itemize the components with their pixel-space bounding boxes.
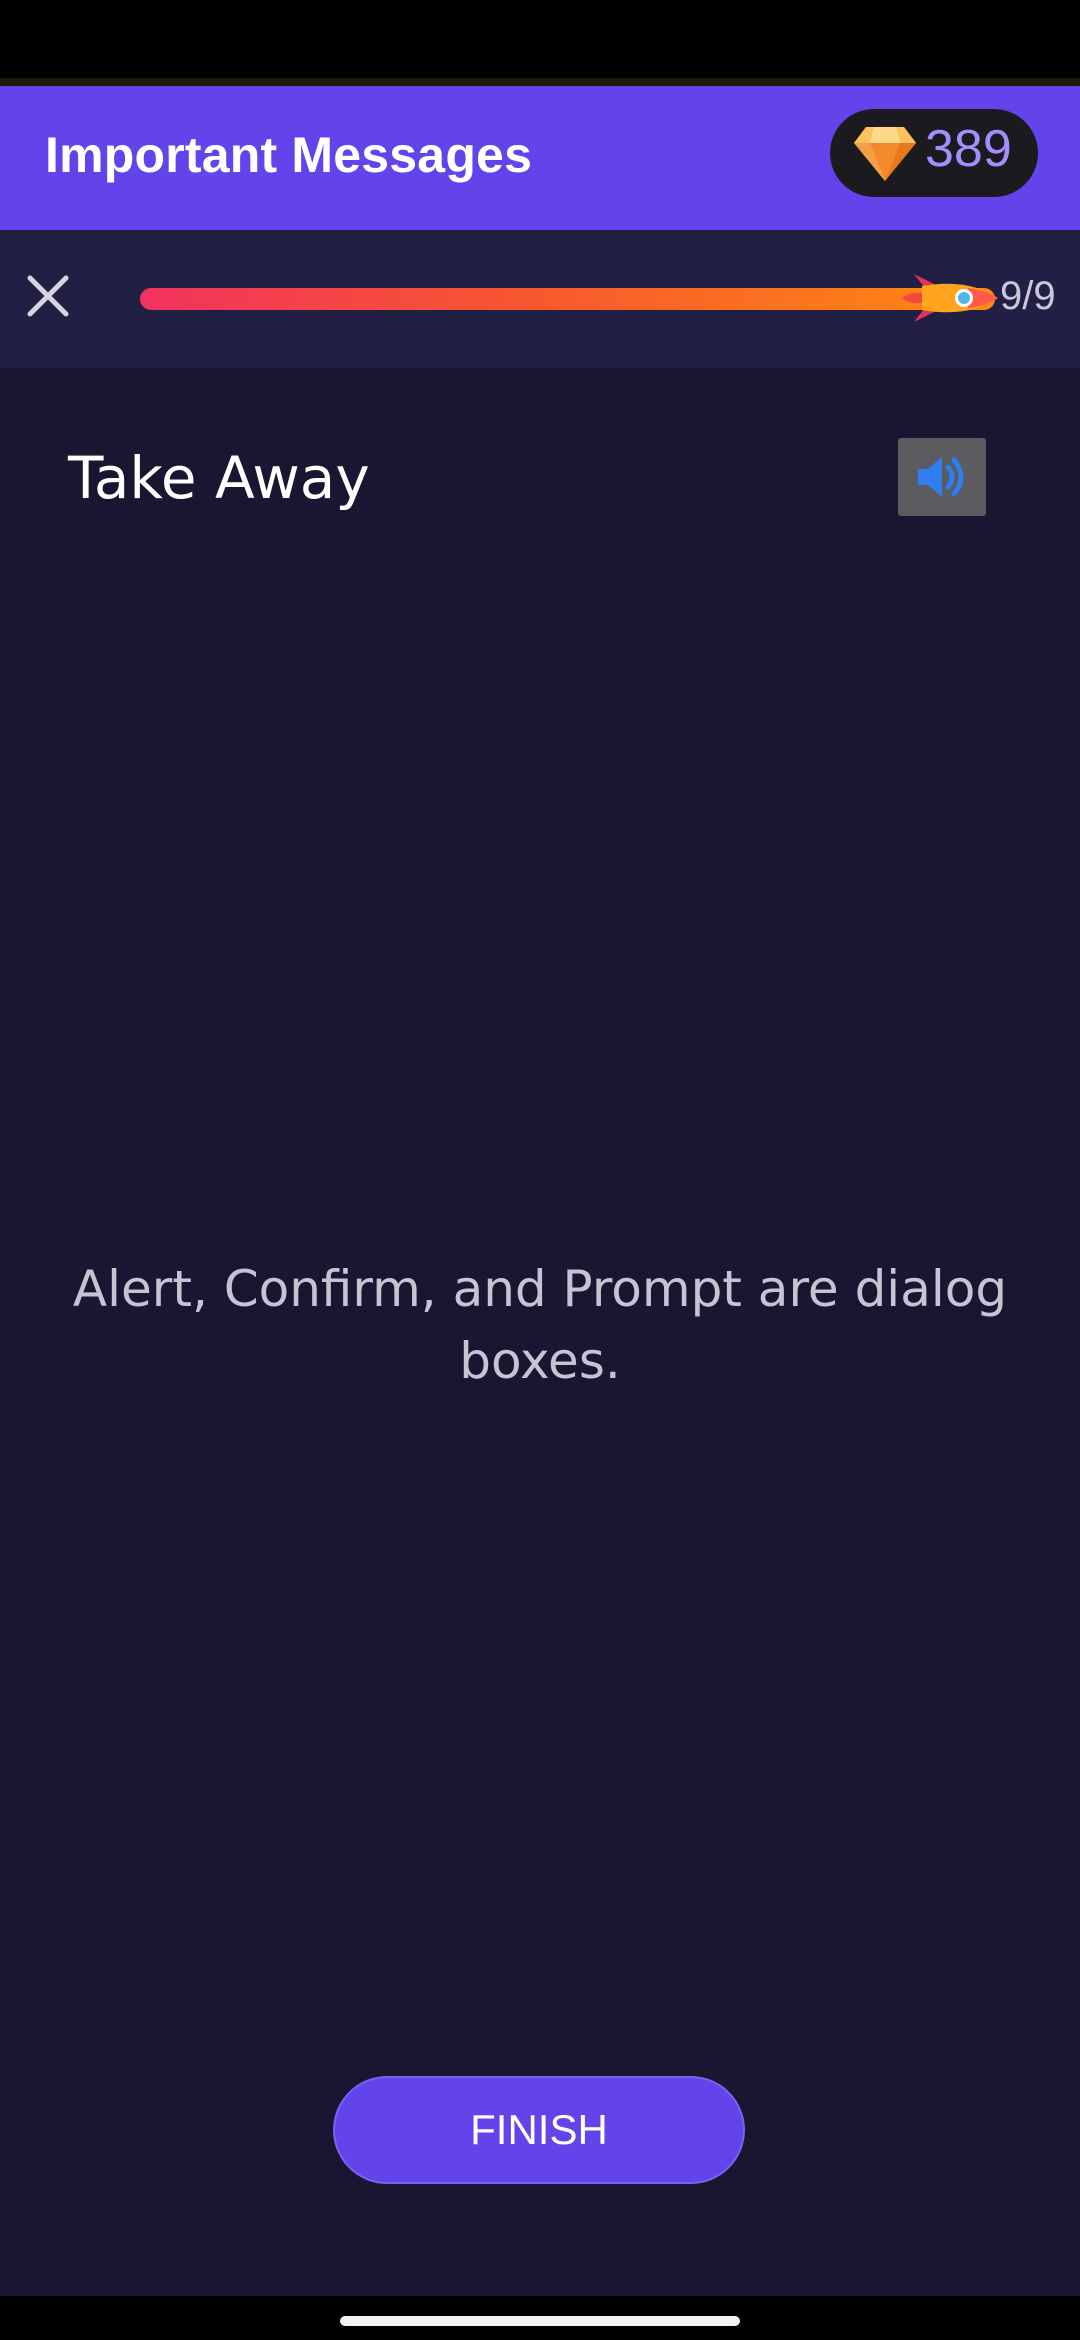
- gem-count: 389: [925, 120, 1012, 178]
- finish-button[interactable]: FINISH: [333, 2076, 745, 2184]
- status-bar-edge: [0, 78, 1080, 86]
- app-header: Important Messages 389: [0, 86, 1080, 230]
- lesson-progress-bar: 9/9: [0, 230, 1080, 368]
- system-nav-bar: [0, 2296, 1080, 2340]
- progress-fill: [140, 288, 995, 310]
- close-icon[interactable]: [18, 266, 78, 326]
- progress-track: [140, 288, 995, 310]
- page-title: Important Messages: [45, 127, 533, 183]
- home-indicator[interactable]: [340, 2316, 740, 2326]
- rocket-icon: [902, 274, 998, 322]
- takeaway-text: Alert, Confirm, and Prompt are dialog bo…: [72, 1260, 1008, 1390]
- diamond-icon: [854, 127, 916, 181]
- status-bar: [0, 0, 1080, 86]
- speaker-icon: [918, 457, 964, 497]
- gem-balance-badge[interactable]: 389: [830, 109, 1038, 197]
- section-title: Take Away: [68, 444, 370, 512]
- progress-counter: 9/9: [1000, 274, 1056, 318]
- lesson-card: Take Away Alert, Confirm, and Prompt are…: [0, 368, 1080, 2296]
- audio-button[interactable]: [898, 438, 986, 516]
